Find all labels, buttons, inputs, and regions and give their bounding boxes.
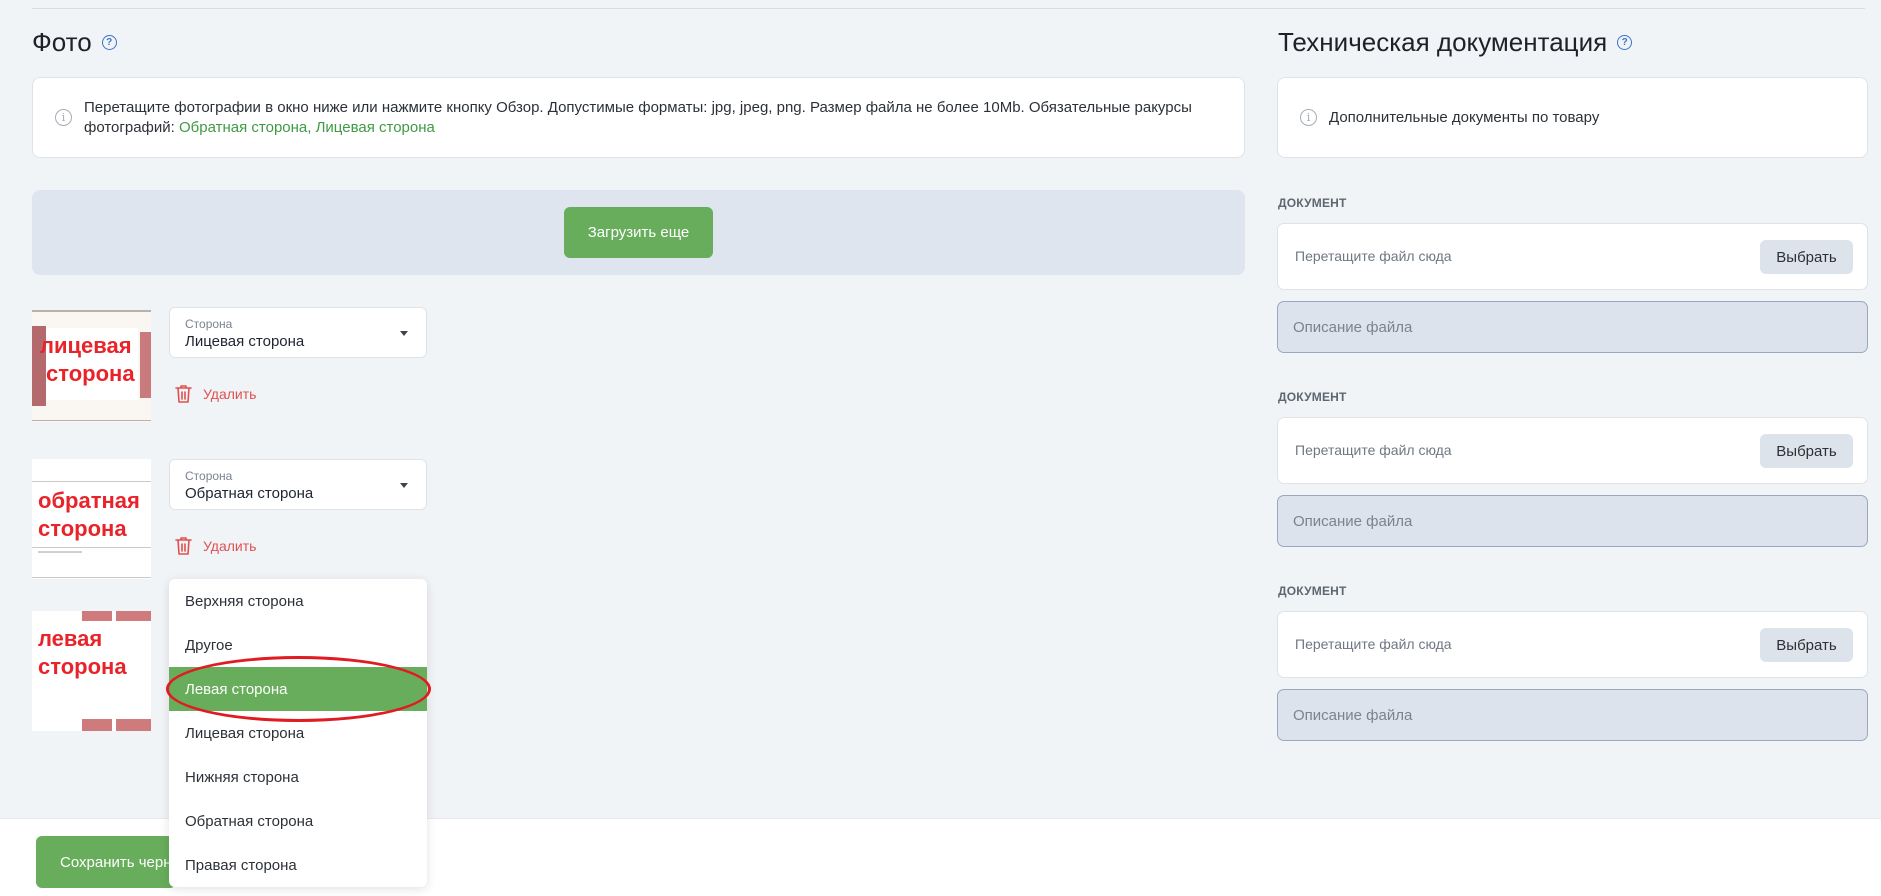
photo-info-text: Перетащите фотографии в окно ниже или на… (84, 98, 1224, 138)
tech-docs-info-box: i Дополнительные документы по товару (1277, 77, 1868, 158)
annotation-circle (166, 656, 431, 722)
help-icon[interactable]: ? (1617, 35, 1633, 50)
trash-icon (175, 537, 192, 555)
choose-file-button[interactable]: Выбрать (1760, 240, 1853, 274)
file-description-input[interactable]: Описание файла (1277, 495, 1868, 547)
dropdown-option[interactable]: Правая сторона (169, 843, 427, 887)
delete-label: Удалить (203, 538, 257, 554)
side-select-1[interactable]: Сторона Лицевая сторона (169, 307, 427, 358)
document-label: ДОКУМЕНТ (1278, 390, 1347, 404)
top-divider (32, 8, 1865, 9)
info-icon: i (55, 109, 72, 126)
delete-button-2[interactable]: Удалить (174, 536, 256, 556)
delete-button-1[interactable]: Удалить (174, 384, 256, 404)
upload-dropzone[interactable]: Загрузить еще (32, 190, 1245, 275)
photo-info-required: Обратная сторона, Лицевая сторона (179, 118, 435, 136)
photo-thumbnail-back: обратная сторона (32, 459, 151, 579)
upload-more-button[interactable]: Загрузить еще (564, 207, 713, 258)
delete-label: Удалить (203, 386, 257, 402)
choose-file-button[interactable]: Выбрать (1760, 434, 1853, 468)
document-label: ДОКУМЕНТ (1278, 196, 1347, 210)
dropdown-option[interactable]: Верхняя сторона (169, 579, 427, 623)
thumb-text-front-2: сторона (46, 361, 135, 386)
side-dropdown-menu: Верхняя сторона Другое Левая сторона Лиц… (169, 579, 427, 887)
dropzone-placeholder: Перетащите файл сюда (1295, 636, 1452, 652)
dropdown-option[interactable]: Обратная сторона (169, 799, 427, 843)
chevron-down-icon (400, 331, 408, 336)
choose-file-button[interactable]: Выбрать (1760, 628, 1853, 662)
photo-thumbnail-front: лицевая сторона (32, 310, 151, 422)
trash-icon (175, 385, 192, 403)
dropdown-option[interactable]: Нижняя сторона (169, 755, 427, 799)
tech-docs-section-title: Техническая документация ? (1278, 27, 1633, 58)
photo-thumbnail-left: левая сторона (32, 611, 151, 731)
side-select-label: Сторона (185, 317, 233, 331)
help-icon[interactable]: ? (101, 35, 117, 50)
save-draft-button[interactable]: Сохранить черн (36, 836, 176, 888)
chevron-down-icon (400, 483, 408, 488)
tech-docs-info-text: Дополнительные документы по товару (1329, 108, 1600, 126)
side-select-label: Сторона (185, 469, 233, 483)
thumb-text-front-1: лицевая (40, 333, 132, 358)
document-dropzone[interactable]: Перетащите файл сюда Выбрать (1277, 611, 1868, 678)
document-dropzone[interactable]: Перетащите файл сюда Выбрать (1277, 223, 1868, 290)
photo-section-title: Фото ? (32, 27, 117, 58)
photo-info-box: i Перетащите фотографии в окно ниже или … (32, 77, 1245, 158)
thumb-text-back-1: обратная (38, 488, 140, 513)
file-description-input[interactable]: Описание файла (1277, 689, 1868, 741)
thumb-text-back-2: сторона (38, 516, 127, 541)
side-select-value: Лицевая сторона (185, 333, 305, 350)
thumb-text-left-2: сторона (38, 654, 127, 679)
info-icon: i (1300, 109, 1317, 126)
side-select-value: Обратная сторона (185, 485, 314, 502)
photo-title: Фото (32, 27, 92, 57)
thumb-text-left-1: левая (38, 626, 103, 651)
document-dropzone[interactable]: Перетащите файл сюда Выбрать (1277, 417, 1868, 484)
dropzone-placeholder: Перетащите файл сюда (1295, 248, 1452, 264)
tech-docs-title: Техническая документация (1278, 27, 1608, 57)
dropzone-placeholder: Перетащите файл сюда (1295, 442, 1452, 458)
document-label: ДОКУМЕНТ (1278, 584, 1347, 598)
side-select-2[interactable]: Сторона Обратная сторона (169, 459, 427, 510)
file-description-input[interactable]: Описание файла (1277, 301, 1868, 353)
